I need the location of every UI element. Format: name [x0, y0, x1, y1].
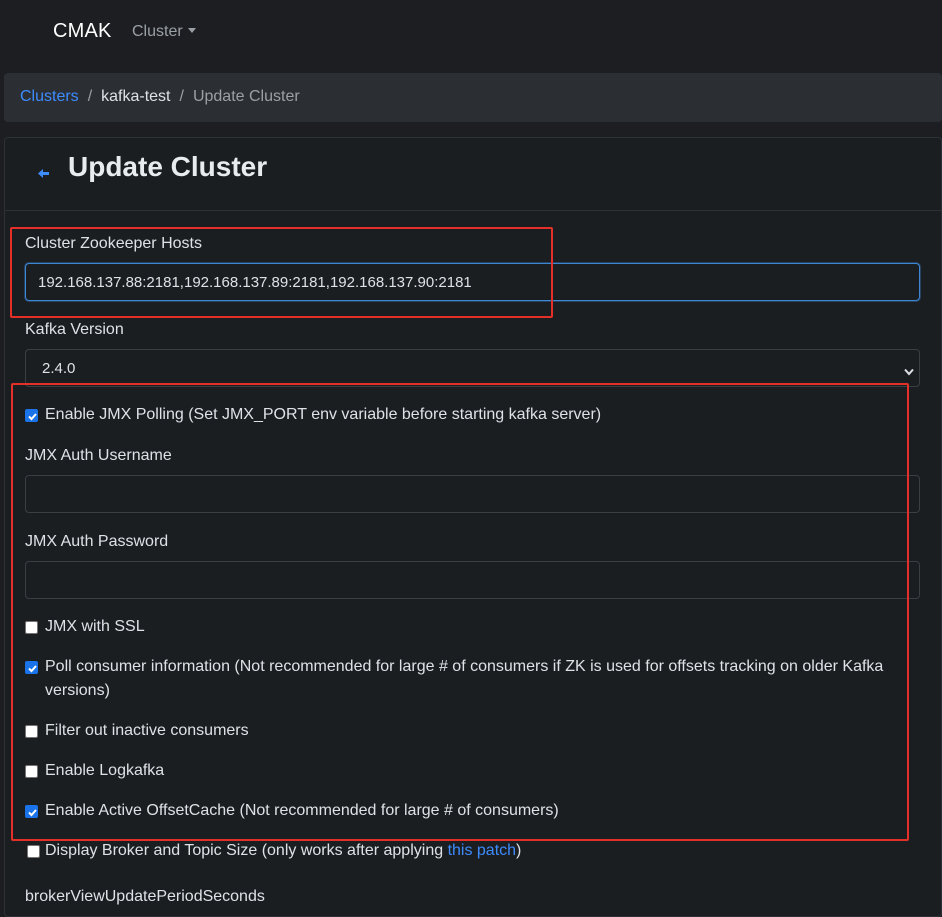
arrow-left-icon[interactable]	[38, 166, 50, 184]
brand-logo-text[interactable]: CMAK	[53, 20, 112, 43]
cluster-dropdown-menu[interactable]: Cluster	[132, 23, 196, 41]
navbar: CMAK Cluster	[0, 0, 942, 66]
check-icon	[28, 665, 37, 673]
jmx-polling-label: Enable JMX Polling (Set JMX_PORT env var…	[45, 406, 602, 423]
breadcrumb-cluster-name[interactable]: kafka-test	[101, 88, 170, 105]
cluster-menu-label: Cluster	[132, 23, 183, 40]
caret-down-icon	[187, 28, 196, 33]
filter-inactive-checkbox[interactable]	[25, 725, 38, 738]
jmx-ssl-label: JMX with SSL	[45, 618, 145, 635]
jmx-ssl-option: JMX with SSL	[25, 615, 905, 639]
offset-cache-option: Enable Active OffsetCache (Not recommend…	[25, 799, 905, 823]
jmx-ssl-checkbox[interactable]	[25, 621, 38, 634]
jmx-username-input[interactable]	[25, 475, 920, 513]
breadcrumb-clusters-link[interactable]: Clusters	[20, 88, 79, 105]
jmx-password-label: JMX Auth Password	[25, 533, 169, 550]
broker-topic-size-checkbox[interactable]	[27, 845, 40, 858]
broker-view-update-label: brokerViewUpdatePeriodSeconds	[25, 888, 265, 905]
broker-topic-size-option: Display Broker and Topic Size (only work…	[25, 839, 905, 863]
check-icon	[28, 413, 37, 421]
breadcrumb: Clusters / kafka-test / Update Cluster	[20, 88, 300, 106]
broker-topic-size-label: Display Broker and Topic Size (only work…	[45, 842, 448, 859]
this-patch-link[interactable]: this patch	[448, 842, 516, 859]
filter-inactive-option: Filter out inactive consumers	[25, 719, 905, 743]
poll-consumer-option: Poll consumer information (Not recommend…	[25, 655, 905, 703]
chevron-down-icon	[904, 363, 914, 380]
kafka-version-value: 2.4.0	[42, 360, 76, 377]
card-header: Update Cluster	[5, 138, 941, 211]
jmx-polling-checkbox[interactable]	[25, 409, 38, 422]
broker-topic-size-suffix: )	[516, 842, 522, 859]
offset-cache-checkbox[interactable]	[25, 805, 38, 818]
logkafka-label: Enable Logkafka	[45, 762, 165, 779]
jmx-password-input[interactable]	[25, 561, 920, 599]
logkafka-option: Enable Logkafka	[25, 759, 905, 783]
breadcrumb-bar: Clusters / kafka-test / Update Cluster	[4, 73, 942, 122]
breadcrumb-current: Update Cluster	[192, 88, 300, 105]
page-title: Update Cluster	[68, 151, 268, 182]
jmx-polling-option: Enable JMX Polling (Set JMX_PORT env var…	[25, 403, 905, 427]
poll-consumer-checkbox[interactable]	[25, 661, 38, 674]
check-icon	[28, 809, 37, 817]
filter-inactive-label: Filter out inactive consumers	[45, 722, 249, 739]
poll-consumer-label: Poll consumer information (Not recommend…	[45, 658, 884, 699]
zk-hosts-input[interactable]	[25, 263, 920, 301]
breadcrumb-separator: /	[87, 88, 93, 105]
logkafka-checkbox[interactable]	[25, 765, 38, 778]
offset-cache-label: Enable Active OffsetCache (Not recommend…	[45, 802, 559, 819]
kafka-version-label: Kafka Version	[25, 321, 124, 338]
breadcrumb-separator: /	[179, 88, 184, 105]
zk-hosts-label: Cluster Zookeeper Hosts	[25, 235, 202, 252]
jmx-username-label: JMX Auth Username	[25, 447, 172, 464]
kafka-version-select[interactable]: 2.4.0	[25, 349, 920, 387]
